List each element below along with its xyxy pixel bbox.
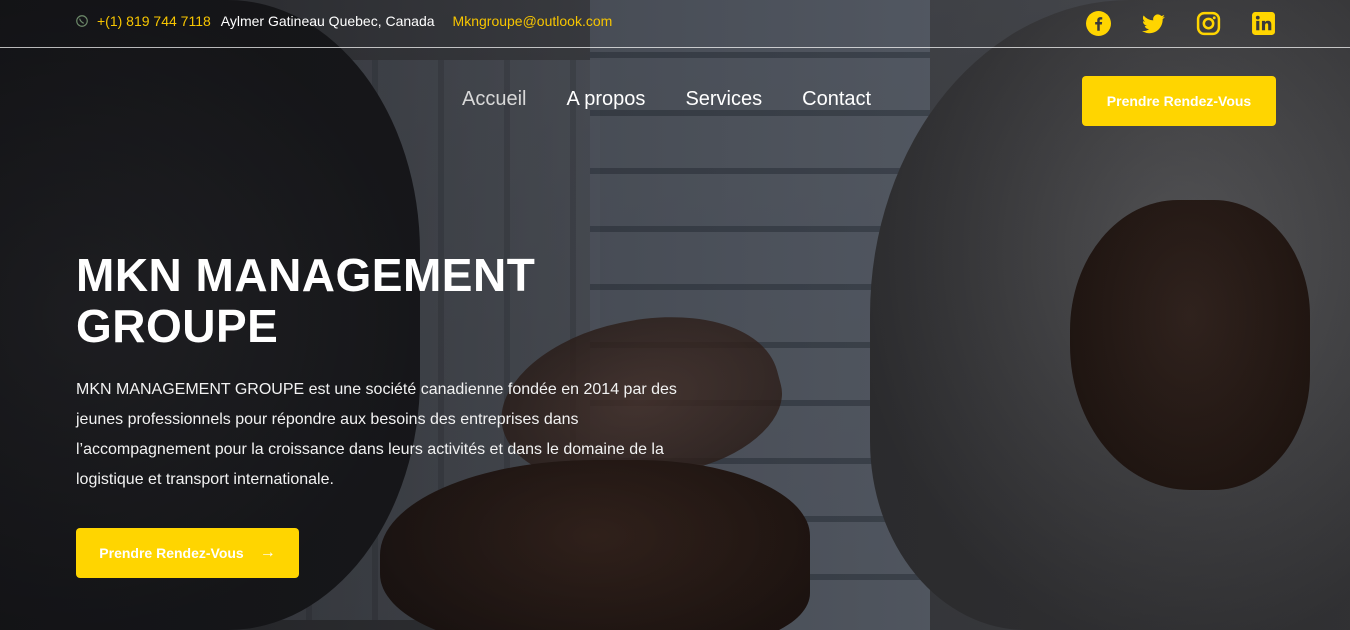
- instagram-icon[interactable]: [1196, 11, 1221, 36]
- nav-item-services[interactable]: Services: [685, 88, 762, 111]
- header-appointment-button[interactable]: Prendre Rendez-Vous: [1082, 76, 1276, 126]
- twitter-icon[interactable]: [1141, 11, 1166, 36]
- linkedin-icon[interactable]: [1251, 11, 1276, 36]
- address-text: Aylmer Gatineau Quebec, Canada: [220, 13, 435, 29]
- phone-link[interactable]: +(1) 819 744 7118: [97, 13, 211, 29]
- top-bar: +(1) 819 744 7118 Aylmer Gatineau Quebec…: [0, 0, 1350, 48]
- hero-description: MKN MANAGEMENT GROUPE est une société ca…: [76, 381, 677, 488]
- facebook-icon[interactable]: [1086, 11, 1111, 36]
- email-link[interactable]: Mkngroupe@outlook.com: [453, 13, 613, 29]
- nav-item-contact[interactable]: Contact: [802, 88, 871, 111]
- hero-appointment-label: Prendre Rendez-Vous: [99, 545, 244, 561]
- main-nav: Accueil A propos Services Contact: [462, 88, 871, 111]
- whatsapp-icon: [75, 14, 89, 28]
- hero-title: MKN MANAGEMENT GROUPE: [76, 249, 536, 352]
- contact-info: +(1) 819 744 7118 Aylmer Gatineau Quebec…: [75, 13, 612, 29]
- social-links: [1086, 11, 1276, 36]
- nav-item-accueil[interactable]: Accueil: [462, 88, 526, 111]
- hero-appointment-button[interactable]: Prendre Rendez-Vous →: [76, 528, 299, 578]
- nav-item-a-propos[interactable]: A propos: [566, 88, 645, 111]
- arrow-right-icon: →: [259, 544, 276, 561]
